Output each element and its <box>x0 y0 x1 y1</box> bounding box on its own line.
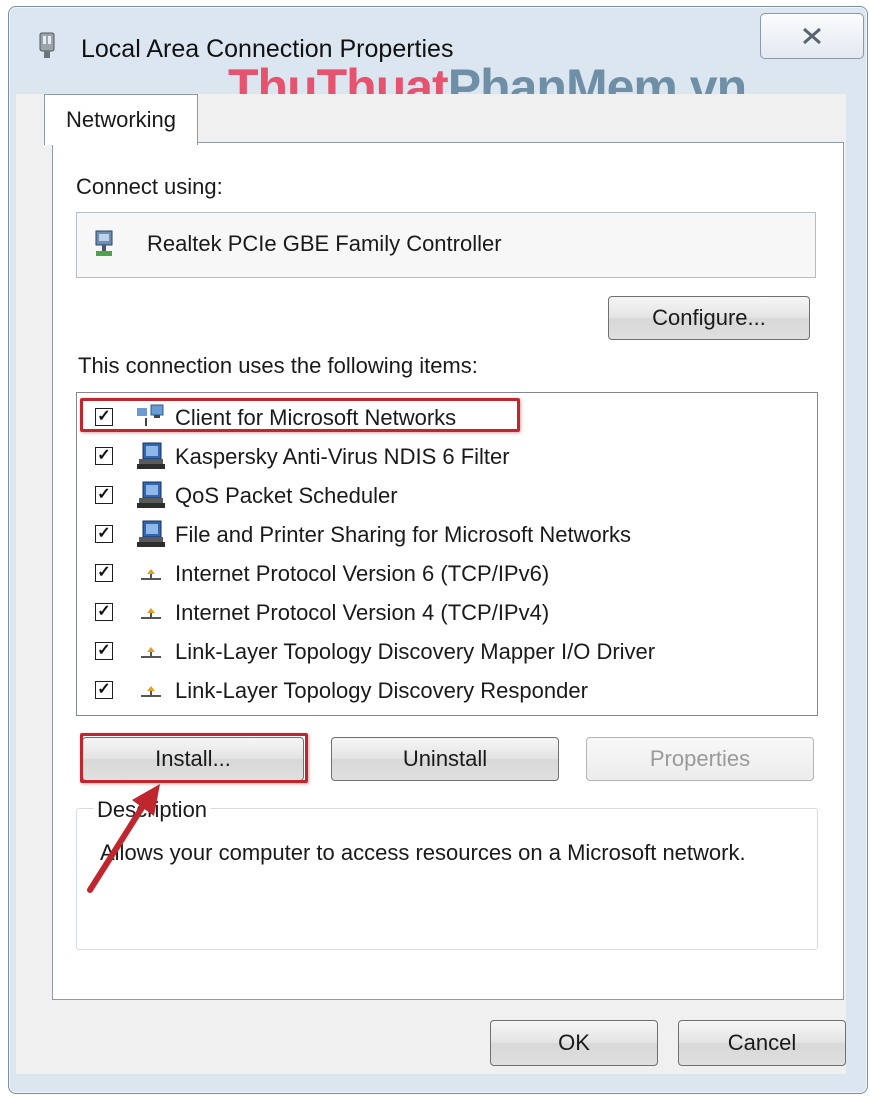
network-service-icon <box>137 442 165 469</box>
protocol-icon <box>141 647 161 658</box>
close-button[interactable] <box>760 13 864 59</box>
highlight-box-client <box>80 398 520 432</box>
adapter-name: Realtek PCIe GBE Family Controller <box>147 231 502 256</box>
cancel-button[interactable]: Cancel <box>678 1020 846 1066</box>
protocol-icon <box>141 569 161 580</box>
connect-using-label: Connect using: <box>76 174 223 199</box>
network-adapter-icon <box>39 32 55 58</box>
list-item[interactable]: ✓ Link-Layer Topology Discovery Mapper I… <box>77 632 817 670</box>
item-label: Internet Protocol Version 4 (TCP/IPv4) <box>175 600 550 625</box>
configure-button[interactable]: Configure... <box>608 296 810 340</box>
network-service-icon <box>137 520 165 547</box>
items-list[interactable]: ✓ Client for Microsoft Networks ✓ Kasper… <box>76 392 818 716</box>
list-item[interactable]: ✓ Internet Protocol Version 4 (TCP/IPv4) <box>77 593 817 631</box>
description-text: Allows your computer to access resources… <box>100 840 746 865</box>
item-checkbox[interactable]: ✓ <box>95 603 113 621</box>
properties-button: Properties <box>586 737 814 781</box>
item-label: Internet Protocol Version 6 (TCP/IPv6) <box>175 561 550 586</box>
tab-networking[interactable]: Networking <box>44 94 198 145</box>
item-label: QoS Packet Scheduler <box>175 483 398 508</box>
highlight-box-install <box>80 733 308 783</box>
network-service-icon <box>137 481 165 508</box>
item-checkbox[interactable]: ✓ <box>95 642 113 660</box>
protocol-icon <box>141 608 161 619</box>
item-checkbox[interactable]: ✓ <box>95 447 113 465</box>
list-item[interactable]: ✓ File and Printer Sharing for Microsoft… <box>77 515 817 553</box>
adapter-field: Realtek PCIe GBE Family Controller <box>76 212 816 278</box>
list-item[interactable]: ✓ Internet Protocol Version 6 (TCP/IPv6) <box>77 554 817 592</box>
item-checkbox[interactable]: ✓ <box>95 564 113 582</box>
ok-button[interactable]: OK <box>490 1020 658 1066</box>
description-group <box>76 808 818 950</box>
item-label: Link-Layer Topology Discovery Responder <box>175 678 588 703</box>
item-label: Kaspersky Anti-Virus NDIS 6 Filter <box>175 444 510 469</box>
item-label: Link-Layer Topology Discovery Mapper I/O… <box>175 639 656 664</box>
item-label: File and Printer Sharing for Microsoft N… <box>175 522 632 547</box>
close-icon <box>803 27 821 45</box>
uninstall-button[interactable]: Uninstall <box>331 737 559 781</box>
red-arrow-annotation <box>87 784 160 893</box>
list-item[interactable]: ✓ QoS Packet Scheduler <box>77 476 817 514</box>
network-adapter-icon <box>95 230 113 256</box>
list-item[interactable]: ✓ Link-Layer Topology Discovery Responde… <box>77 671 817 709</box>
item-checkbox[interactable]: ✓ <box>95 525 113 543</box>
item-checkbox[interactable]: ✓ <box>95 681 113 699</box>
items-label: This connection uses the following items… <box>78 353 478 378</box>
protocol-icon <box>141 686 161 697</box>
list-item[interactable]: ✓ Kaspersky Anti-Virus NDIS 6 Filter <box>77 437 817 475</box>
item-checkbox[interactable]: ✓ <box>95 486 113 504</box>
